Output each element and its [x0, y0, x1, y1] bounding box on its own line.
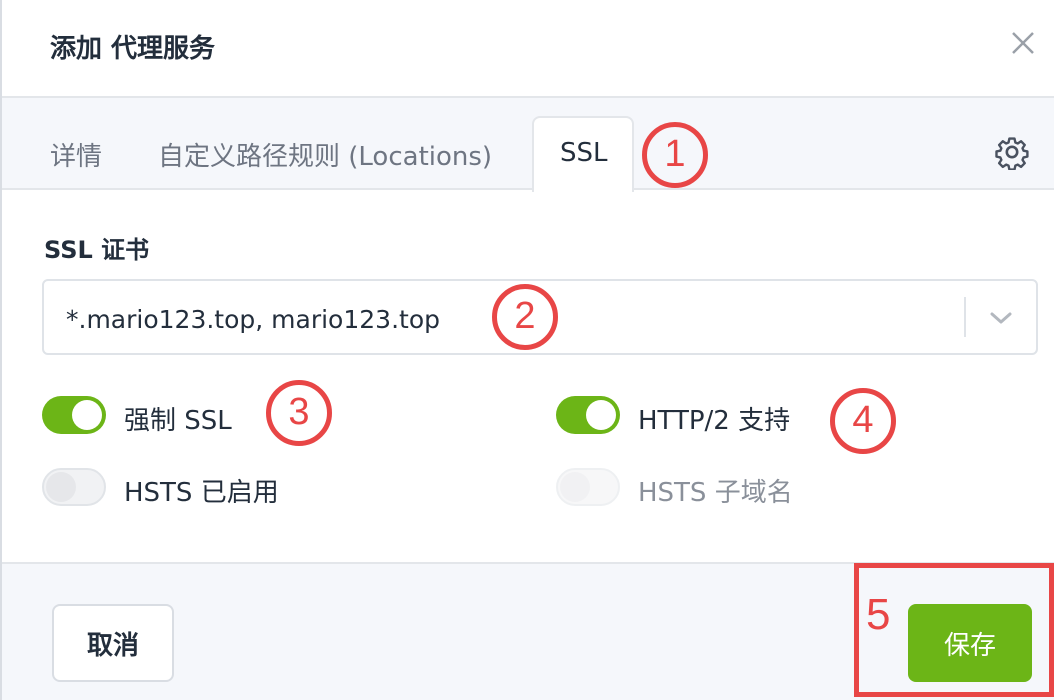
- toggle-knob: [46, 472, 76, 502]
- hsts-subdomains-toggle[interactable]: [556, 468, 620, 506]
- select-divider: [964, 297, 966, 337]
- ssl-certificate-label: SSL 证书: [44, 236, 150, 264]
- add-proxy-service-dialog: 添加 代理服务 详情 自定义路径规则 (Locations) SSL SSL 证…: [0, 0, 1054, 700]
- hsts-enabled-label: HSTS 已启用: [124, 478, 279, 508]
- dialog-title: 添加 代理服务: [50, 34, 216, 64]
- http2-support-toggle[interactable]: [556, 396, 620, 434]
- annotation-number: 3: [288, 391, 310, 433]
- annotation-number: 4: [852, 399, 874, 441]
- hsts-enabled-toggle[interactable]: [42, 468, 106, 506]
- toggle-knob: [560, 472, 590, 502]
- cancel-button[interactable]: 取消: [52, 604, 174, 682]
- annotation-number: 1: [664, 133, 686, 175]
- ssl-certificate-value: *.mario123.top, mario123.top: [66, 305, 440, 334]
- toggle-knob: [72, 400, 102, 430]
- annotation-marker-1: 1: [642, 122, 708, 188]
- hsts-subdomains-label: HSTS 子域名: [638, 478, 793, 508]
- close-icon[interactable]: [1008, 28, 1038, 58]
- force-ssl-toggle[interactable]: [42, 396, 106, 434]
- annotation-marker-5: 5: [866, 590, 891, 639]
- http2-support-label: HTTP/2 支持: [638, 406, 791, 436]
- chevron-down-icon[interactable]: [986, 303, 1016, 333]
- dialog-header: 添加 代理服务: [2, 0, 1054, 98]
- annotation-marker-2: 2: [492, 284, 558, 350]
- tab-bar: 详情 自定义路径规则 (Locations) SSL: [2, 98, 1054, 192]
- tab-custom-locations[interactable]: 自定义路径规则 (Locations): [158, 136, 492, 173]
- annotation-marker-4: 4: [830, 388, 896, 454]
- annotation-marker-3: 3: [266, 380, 332, 446]
- annotation-number: 2: [514, 295, 536, 337]
- tab-ssl[interactable]: SSL: [532, 116, 634, 192]
- tab-ssl-label: SSL: [560, 138, 608, 168]
- tab-details[interactable]: 详情: [50, 136, 102, 173]
- gear-icon[interactable]: [994, 134, 1030, 170]
- toggle-knob: [586, 400, 616, 430]
- force-ssl-label: 强制 SSL: [124, 406, 232, 436]
